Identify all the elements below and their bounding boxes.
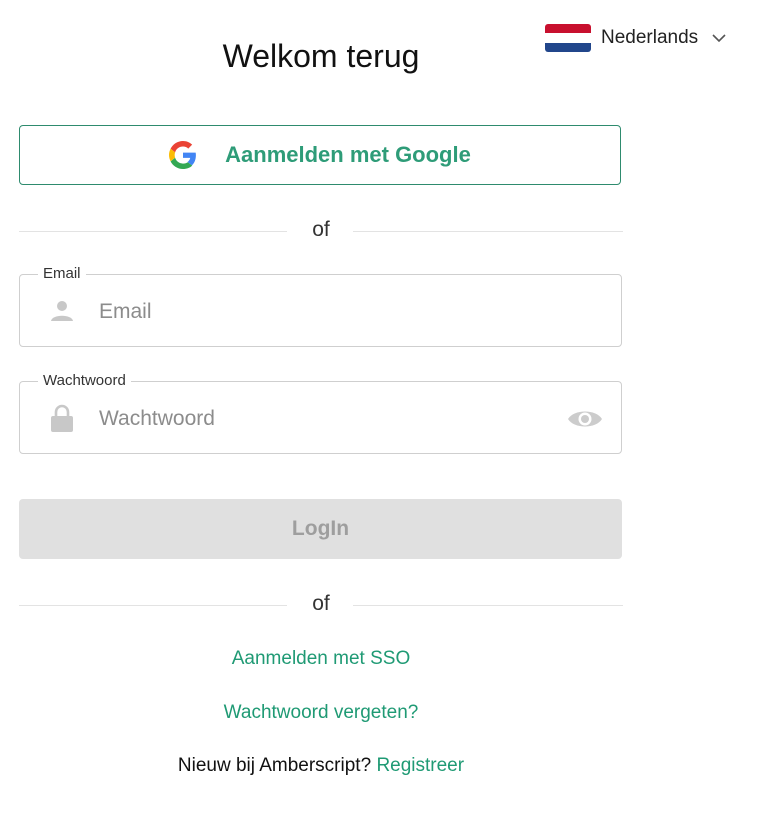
- or-text: of: [312, 592, 330, 615]
- forgot-password-link[interactable]: Wachtwoord vergeten?: [0, 702, 642, 724]
- chevron-down-icon: [712, 34, 726, 43]
- or-divider: of: [19, 592, 623, 615]
- google-signin-label: Aanmelden met Google: [225, 142, 471, 167]
- or-text: of: [312, 218, 330, 241]
- page-title: Welkom terug: [222, 38, 420, 74]
- lock-icon: [51, 404, 73, 432]
- google-icon: [169, 141, 197, 169]
- user-icon: [51, 301, 73, 321]
- password-field: Wachtwoord: [19, 372, 622, 454]
- register-prompt: Nieuw bij Amberscript? Registreer: [0, 755, 642, 777]
- email-label: Email: [38, 265, 86, 282]
- google-signin-button[interactable]: Aanmelden met Google: [19, 125, 621, 185]
- password-label: Wachtwoord: [38, 372, 131, 389]
- password-input[interactable]: [97, 400, 541, 438]
- eye-icon[interactable]: [567, 407, 603, 431]
- register-prompt-text: Nieuw bij Amberscript?: [177, 755, 372, 776]
- login-button[interactable]: LogIn: [19, 499, 622, 559]
- register-link[interactable]: Registreer: [376, 755, 464, 776]
- or-divider: of: [19, 218, 623, 241]
- divider-line: [353, 605, 623, 606]
- email-input[interactable]: [97, 293, 541, 331]
- divider-line: [353, 231, 623, 232]
- sso-link[interactable]: Aanmelden met SSO: [0, 648, 642, 670]
- email-field: Email: [19, 265, 622, 347]
